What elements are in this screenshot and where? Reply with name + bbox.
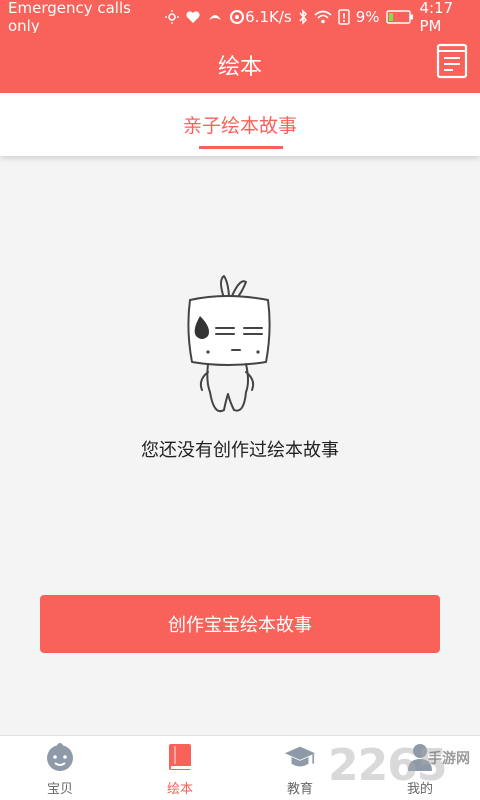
nav-label-picture-book: 绘本 bbox=[166, 782, 193, 797]
bluetooth-icon bbox=[298, 8, 308, 25]
graduation-cap-icon bbox=[283, 742, 317, 772]
nav-label-baby: 宝贝 bbox=[46, 782, 73, 797]
baby-face-icon bbox=[43, 742, 77, 772]
nav-item-picture-book[interactable]: 绘本 bbox=[120, 736, 240, 800]
page-title: 绘本 bbox=[217, 55, 262, 80]
empty-state-message: 您还没有创作过绘本故事 bbox=[141, 440, 339, 461]
notebook-icon[interactable] bbox=[436, 43, 468, 79]
site-watermark: 2265 手游网 bbox=[328, 740, 478, 795]
create-story-button[interactable]: 创作宝宝绘本故事 bbox=[40, 595, 440, 653]
heart-pulse-icon bbox=[185, 10, 201, 24]
book-icon bbox=[163, 742, 197, 772]
sim-alert-icon bbox=[338, 8, 350, 25]
empty-state-mascot-illustration bbox=[180, 270, 274, 420]
nav-item-baby[interactable]: 宝贝 bbox=[0, 736, 120, 800]
watermark-text: 手游网 bbox=[428, 751, 470, 767]
app-bar: 绘本 bbox=[0, 33, 480, 93]
battery-percent: 9% bbox=[355, 7, 380, 26]
app-notification-icon bbox=[207, 10, 223, 24]
carrier-text: Emergency calls only bbox=[8, 0, 131, 35]
nav-label-education: 教育 bbox=[286, 782, 313, 797]
wifi-icon bbox=[314, 10, 332, 24]
battery-icon bbox=[385, 9, 414, 24]
status-bar: Emergency calls only 6.1K/s 9% 4:17 PM bbox=[0, 0, 480, 35]
clock: 4:17 PM bbox=[419, 0, 454, 35]
sync-icon bbox=[229, 9, 245, 25]
tab-parent-child-stories[interactable]: 亲子绘本故事 bbox=[0, 111, 480, 138]
brightness-icon bbox=[165, 9, 180, 24]
network-speed: 6.1K/s bbox=[245, 7, 292, 26]
tab-indicator bbox=[199, 146, 283, 149]
